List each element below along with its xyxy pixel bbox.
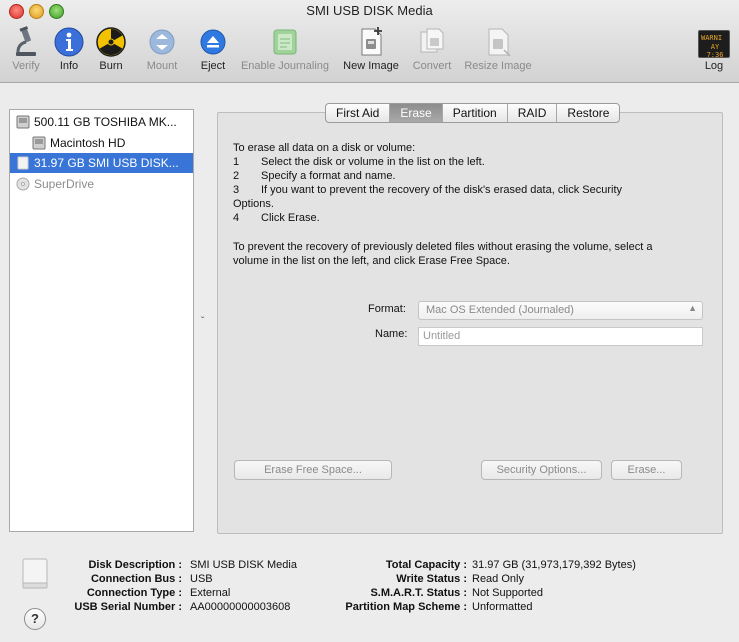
- security-options-button[interactable]: Security Options...: [481, 460, 602, 480]
- info-icon: [54, 27, 84, 57]
- enable-journaling-button[interactable]: Enable Journaling: [236, 26, 334, 76]
- popup-arrows-icon: ▲: [688, 303, 697, 313]
- step-3-continued: Options.: [233, 198, 274, 210]
- new-image-button[interactable]: New Image: [340, 26, 402, 76]
- format-label: Format:: [368, 303, 406, 315]
- disk-item-smi-usb[interactable]: 31.97 GB SMI USB DISK...: [10, 153, 193, 173]
- partition-map-value: Unformatted: [472, 601, 533, 613]
- disk-item-superdrive[interactable]: SuperDrive: [10, 174, 193, 194]
- free-space-instructions-line-2: volume in the list on the left, and clic…: [233, 255, 510, 267]
- optical-disc-icon: [16, 177, 30, 191]
- microscope-icon: [16, 26, 36, 56]
- mount-button[interactable]: Mount: [143, 26, 181, 76]
- toolbar: SMI USB DISK Media Verify Info Burn Moun…: [0, 0, 739, 83]
- name-field[interactable]: Untitled: [418, 327, 703, 346]
- erase-button[interactable]: Erase...: [611, 460, 682, 480]
- convert-button[interactable]: Convert: [408, 26, 456, 76]
- tab-first-aid[interactable]: First Aid: [326, 104, 391, 122]
- tab-bar: First Aid Erase Partition RAID Restore: [325, 103, 621, 123]
- tab-partition[interactable]: Partition: [443, 104, 508, 122]
- format-popup[interactable]: Mac OS Extended (Journaled) ▲: [418, 301, 703, 320]
- console-log-icon: WARNI AY 7:36: [698, 30, 730, 59]
- hard-disk-icon: [32, 136, 46, 150]
- eject-button[interactable]: Eject: [196, 26, 230, 76]
- smart-status-value: Not Supported: [472, 587, 543, 599]
- tab-restore[interactable]: Restore: [557, 104, 619, 122]
- journal-icon: [273, 29, 297, 55]
- tab-erase[interactable]: Erase: [390, 104, 443, 122]
- info-button[interactable]: Info: [52, 26, 86, 76]
- split-view-handle[interactable]: ˇ: [201, 316, 204, 327]
- help-button[interactable]: ?: [24, 608, 46, 630]
- total-capacity-value: 31.97 GB (31,973,179,392 Bytes): [472, 559, 636, 571]
- verify-button[interactable]: Verify: [6, 26, 46, 76]
- step-1: 1 Select the disk or volume in the list …: [233, 156, 485, 168]
- hard-disk-icon: [16, 115, 30, 129]
- disk-item-toshiba[interactable]: 500.11 GB TOSHIBA MK...: [10, 112, 193, 132]
- step-4: 4 Click Erase.: [233, 212, 320, 224]
- free-space-instructions-line-1: To prevent the recovery of previously de…: [233, 241, 653, 253]
- connection-bus-value: USB: [190, 573, 213, 585]
- eject-icon: [200, 29, 226, 55]
- step-2: 2 Specify a format and name.: [233, 170, 396, 182]
- burn-button[interactable]: Burn: [93, 26, 129, 76]
- window-title: SMI USB DISK Media: [306, 3, 433, 18]
- convert-icon: [420, 28, 444, 53]
- erase-intro: To erase all data on a disk or volume:: [233, 142, 416, 154]
- mount-icon: [149, 29, 175, 55]
- resize-image-icon: [488, 28, 511, 57]
- connection-type-value: External: [190, 587, 231, 599]
- log-button[interactable]: WARNI AY 7:36 Log: [697, 26, 731, 76]
- new-image-icon: [361, 27, 382, 56]
- tab-raid[interactable]: RAID: [508, 104, 558, 122]
- disk-list: 500.11 GB TOSHIBA MK... Macintosh HD 31.…: [9, 109, 194, 532]
- disk-info-bar: Disk Description : Connection Bus : Conn…: [0, 545, 739, 642]
- write-status-value: Read Only: [472, 573, 524, 585]
- volume-item-macintosh-hd[interactable]: Macintosh HD: [10, 133, 193, 153]
- usb-serial-value: AA00000000003608: [190, 601, 291, 613]
- step-3: 3 If you want to prevent the recovery of…: [233, 184, 622, 196]
- usb-disk-icon: [17, 156, 29, 170]
- disk-description-value: SMI USB DISK Media: [190, 559, 297, 571]
- erase-free-space-button[interactable]: Erase Free Space...: [234, 460, 392, 480]
- disk-utility-window: SMI USB DISK Media Verify Info Burn Moun…: [0, 0, 739, 642]
- usb-disk-icon: [22, 558, 48, 589]
- resize-image-button[interactable]: Resize Image: [461, 26, 535, 76]
- name-label: Name:: [375, 328, 408, 340]
- radiation-icon: [96, 27, 126, 57]
